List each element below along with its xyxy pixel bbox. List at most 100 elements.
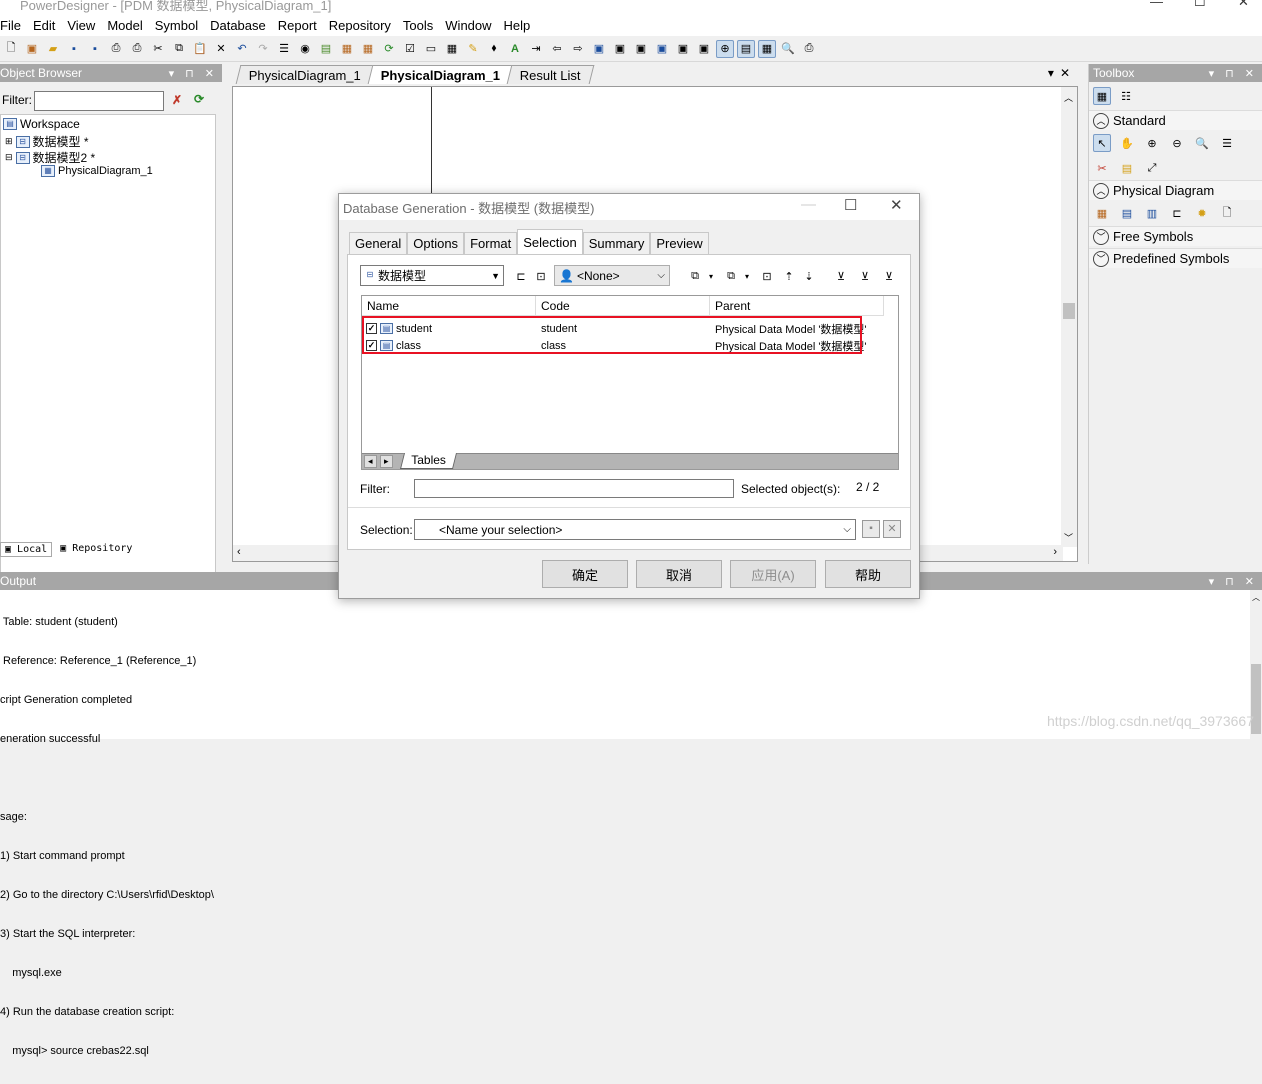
undo-icon[interactable]: ↶ <box>233 40 251 58</box>
refresh-filter-icon[interactable]: ⟳ <box>194 92 204 106</box>
tab-summary[interactable]: Summary <box>582 232 651 254</box>
paint-icon[interactable]: ⬧ <box>485 40 503 58</box>
redo-icon[interactable]: ↷ <box>254 40 272 58</box>
selection-combo[interactable]: <Name your selection> ⌵ <box>414 519 856 540</box>
scroll-down-icon[interactable]: ﹀ <box>1064 531 1073 544</box>
panel-controls-icon[interactable]: ▾ ⊓ ✕ <box>1209 575 1262 588</box>
pointer-icon[interactable]: ↖ <box>1093 134 1111 152</box>
dropdown-icon[interactable]: ▾ <box>738 267 756 285</box>
collapse-icon[interactable]: ⊟ <box>5 152 13 163</box>
move-up-icon[interactable]: ⇡ <box>780 267 798 285</box>
menu-database[interactable]: Database <box>204 18 272 33</box>
print2-icon[interactable]: ⎙ <box>800 40 818 58</box>
menu-tools[interactable]: Tools <box>397 18 439 33</box>
save-selection-icon[interactable]: ▪ <box>862 520 880 538</box>
menu-edit[interactable]: Edit <box>27 18 61 33</box>
model-select[interactable]: ⊟ 数据模型 ▼ <box>360 265 504 286</box>
cancel-button[interactable]: 取消 <box>636 560 722 588</box>
menu-window[interactable]: Window <box>439 18 497 33</box>
tab-preview[interactable]: Preview <box>650 232 709 254</box>
toolbox-section-standard[interactable]: ︿ Standard <box>1089 110 1262 130</box>
include-subpackages-icon[interactable]: ⊡ <box>532 267 550 285</box>
reference-tool-icon[interactable]: ⊏ <box>1168 204 1186 222</box>
copy-icon[interactable]: ⧉ <box>170 40 188 58</box>
tab-selection[interactable]: Selection <box>517 229 583 254</box>
diagram1-icon[interactable]: ▣ <box>590 40 608 58</box>
save-all-icon[interactable]: ▪ <box>86 40 104 58</box>
object-filter-input[interactable] <box>34 91 164 111</box>
export-icon[interactable]: ⇥ <box>527 40 545 58</box>
dialog-close-icon[interactable]: ✕ <box>890 196 903 214</box>
zoom-out-icon[interactable]: ⊖ <box>1168 134 1186 152</box>
tab-repository[interactable]: ▣ Repository <box>56 542 136 557</box>
refresh-icon[interactable]: ⟳ <box>380 40 398 58</box>
grid-icon[interactable]: ▦ <box>443 40 461 58</box>
delete-tool-icon[interactable]: ✂ <box>1093 159 1111 177</box>
diagram6-icon[interactable]: ▣ <box>695 40 713 58</box>
close-button[interactable]: ✕ <box>1238 0 1249 10</box>
dialog-maximize-icon[interactable]: ☐ <box>844 196 857 214</box>
tree-model-1[interactable]: ⊞ ⊟ 数据模型 * <box>5 133 89 150</box>
help-button[interactable]: 帮助 <box>825 560 911 588</box>
zoom-icon[interactable]: ⊕ <box>716 39 734 58</box>
menu-help[interactable]: Help <box>498 18 537 33</box>
large-icons-view-icon[interactable]: ▦ <box>1093 87 1111 105</box>
tab-result-list[interactable]: Result List <box>506 65 595 84</box>
dropdown-icon[interactable]: ▾ <box>702 267 720 285</box>
cut-icon[interactable]: ✂ <box>149 40 167 58</box>
scroll-left-icon[interactable]: ‹ <box>237 546 241 558</box>
tab-format[interactable]: Format <box>464 232 518 254</box>
tab-diagram-1[interactable]: PhysicalDiagram_1 <box>235 65 375 84</box>
maximize-button[interactable]: ☐ <box>1194 0 1206 10</box>
column-parent[interactable]: Parent <box>710 296 884 316</box>
pencil-icon[interactable]: ✎ <box>464 40 482 58</box>
owner-select[interactable]: 👤 <None> ⌵ <box>554 265 670 286</box>
minimize-button[interactable]: — <box>1150 0 1163 9</box>
package-icon[interactable]: ▦ <box>338 40 356 58</box>
delete-icon[interactable]: ✕ <box>212 40 230 58</box>
scroll-thumb[interactable] <box>1063 303 1075 319</box>
delete-selection-icon[interactable]: ✕ <box>883 520 901 538</box>
panel-controls-icon[interactable]: ▾ ⊓ ✕ <box>169 67 222 80</box>
procedure-tool-icon[interactable]: ✹ <box>1193 204 1211 222</box>
diagram5-icon[interactable]: ▣ <box>674 40 692 58</box>
menu-symbol[interactable]: Symbol <box>149 18 204 33</box>
column-name[interactable]: Name <box>362 296 536 316</box>
use-graphical-selection-icon[interactable]: ⊡ <box>758 267 776 285</box>
expand-icon[interactable]: ⊞ <box>5 136 13 147</box>
tree-physical-diagram[interactable]: ▦ PhysicalDiagram_1 <box>41 165 153 177</box>
properties-tool-icon[interactable]: ☰ <box>1218 134 1236 152</box>
grabber-icon[interactable]: ✋ <box>1118 134 1136 152</box>
filter-check-icon[interactable]: ⊻ <box>880 267 898 285</box>
diagram2-icon[interactable]: ▣ <box>611 40 629 58</box>
back-icon[interactable]: ⇦ <box>548 40 566 58</box>
sheet-prev-icon[interactable]: ◂ <box>364 455 377 468</box>
menu-file[interactable]: File <box>0 18 27 33</box>
save-icon[interactable]: ▪ <box>65 40 83 58</box>
open-icon[interactable]: ▰ <box>44 40 62 58</box>
new-project-icon[interactable]: ▣ <box>23 40 41 58</box>
tab-general[interactable]: General <box>349 232 408 254</box>
panel-controls-icon[interactable]: ▾ ⊓ ✕ <box>1209 67 1262 80</box>
view1-icon[interactable]: ▤ <box>737 39 755 58</box>
properties-icon[interactable]: ☰ <box>275 40 293 58</box>
toolbox-section-predefined[interactable]: ﹀ Predefined Symbols <box>1089 248 1262 268</box>
column-code[interactable]: Code <box>536 296 710 316</box>
include-submodels-icon[interactable]: ⊏ <box>512 267 530 285</box>
library-icon[interactable]: ▤ <box>317 40 335 58</box>
filter-icon[interactable]: ⊻ <box>832 267 850 285</box>
scroll-right-icon[interactable]: › <box>1053 546 1057 558</box>
scroll-up-icon[interactable]: ︿ <box>1064 91 1073 104</box>
tab-diagram-2[interactable]: PhysicalDiagram_1 <box>367 65 514 84</box>
open-diagram-icon[interactable]: 🔍 <box>1193 134 1211 152</box>
move-down-icon[interactable]: ⇣ <box>800 267 818 285</box>
check-model-icon[interactable]: ◉ <box>296 40 314 58</box>
diagram-controls-icon[interactable]: ▾✕ <box>1048 66 1076 80</box>
vertical-scrollbar[interactable]: ︿ ﹀ <box>1061 87 1077 547</box>
menu-model[interactable]: Model <box>101 18 148 33</box>
filter-input[interactable] <box>414 479 734 498</box>
tab-options[interactable]: Options <box>407 232 465 254</box>
diagram3-icon[interactable]: ▣ <box>632 40 650 58</box>
list-view-icon[interactable]: ☷ <box>1117 87 1135 105</box>
filter-all-icon[interactable]: ⊻ <box>856 267 874 285</box>
